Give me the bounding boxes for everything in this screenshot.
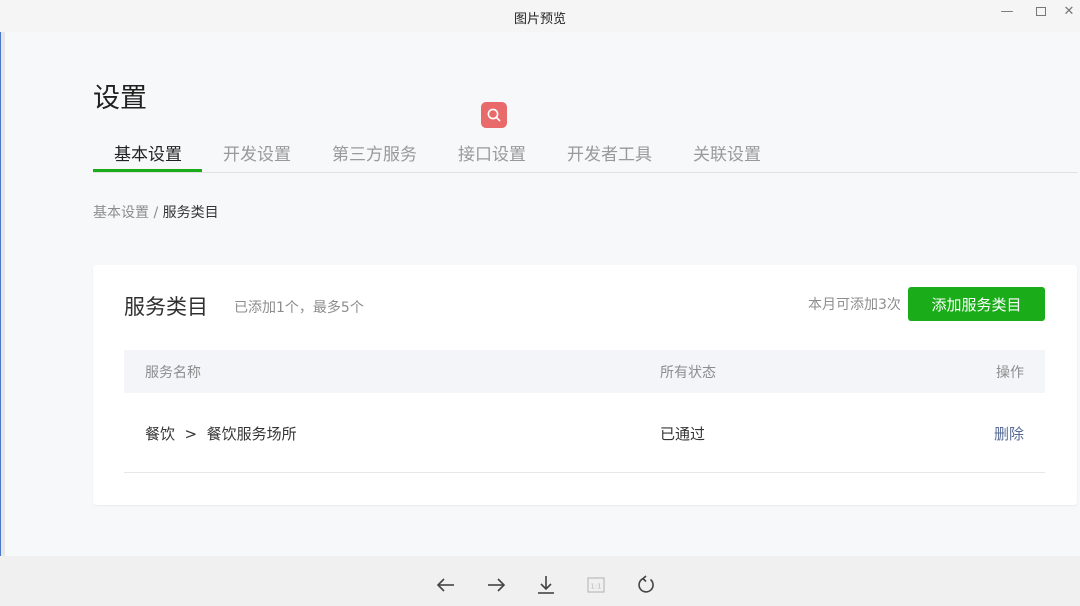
tab-linked-settings[interactable]: 关联设置 [693,140,761,165]
monthly-quota-text: 本月可添加3次 [808,297,901,313]
window-titlebar: 图片预览 — ✕ [0,0,1080,32]
search-button[interactable] [481,102,507,128]
tab-third-party-services[interactable]: 第三方服务 [332,140,417,165]
table-row: 餐饮 > 餐饮服务场所 已通过 删除 [124,393,1045,473]
table-header: 服务名称 所有状态 操作 [124,350,1045,393]
download-button[interactable] [534,573,558,597]
actual-size-icon: 1:1 [587,577,605,593]
breadcrumb-separator: / [149,205,163,221]
service-category-table: 服务名称 所有状态 操作 餐饮 > 餐饮服务场所 已通过 删除 [124,350,1045,473]
column-header-status[interactable]: 所有状态 [660,362,716,382]
column-header-action: 操作 [996,365,1024,381]
rotate-button[interactable] [634,573,658,597]
download-icon [538,576,554,594]
delete-link[interactable]: 删除 [994,423,1024,444]
tab-developer-tools[interactable]: 开发者工具 [567,140,652,165]
rotate-icon [638,575,654,593]
tab-basic-settings[interactable]: 基本设置 [114,140,182,165]
service-category-name: 餐饮 > 餐饮服务场所 [145,425,297,443]
preview-toolbar: 1:1 [0,556,1080,606]
search-icon [487,108,501,122]
maximize-button[interactable] [1026,2,1056,22]
settings-tabs: 基本设置 开发设置 第三方服务 接口设置 开发者工具 关联设置 [93,130,1078,173]
panel-subtitle: 已添加1个，最多5个 [234,300,364,316]
tab-dev-settings[interactable]: 开发设置 [223,140,291,165]
panel-title: 服务类目 [124,295,208,319]
arrow-left-icon [436,578,454,592]
breadcrumb: 基本设置 / 服务类目 [93,202,219,222]
preview-canvas: 设置 基本设置 开发设置 第三方服务 接口设置 开发者工具 关联设置 基本设置 … [5,32,1080,556]
breadcrumb-parent[interactable]: 基本设置 [93,205,149,221]
actual-size-button[interactable]: 1:1 [584,573,608,597]
window-title: 图片预览 [513,12,566,27]
close-button[interactable]: ✕ [1058,2,1080,22]
actual-size-label: 1:1 [590,583,601,591]
active-tab-indicator [93,169,202,172]
breadcrumb-current: 服务类目 [162,205,219,221]
previous-button[interactable] [434,573,458,597]
arrow-right-icon [488,578,506,592]
page-title: 设置 [93,83,147,114]
minimize-button[interactable]: — [992,2,1022,22]
tab-api-settings[interactable]: 接口设置 [458,140,526,165]
column-header-name: 服务名称 [145,365,201,381]
service-category-panel: 服务类目 已添加1个，最多5个 本月可添加3次 添加服务类目 服务名称 所有状态… [93,265,1077,505]
add-service-category-button[interactable]: 添加服务类目 [908,287,1045,321]
maximize-icon [1036,7,1046,16]
service-category-status: 已通过 [660,425,706,443]
next-button[interactable] [484,573,508,597]
